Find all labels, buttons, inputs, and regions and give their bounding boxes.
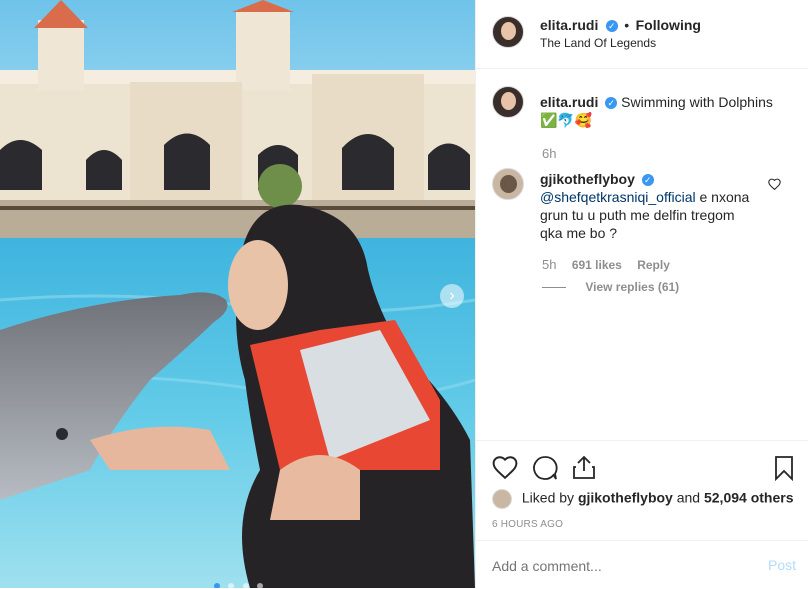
verified-badge-icon: ✓ — [605, 97, 618, 110]
caption-username[interactable]: elita.rudi — [540, 94, 598, 110]
caption-avatar[interactable] — [492, 86, 524, 118]
verified-badge-icon: ✓ — [641, 174, 654, 187]
view-replies-button[interactable]: View replies (61) — [542, 280, 679, 294]
like-button[interactable] — [492, 455, 518, 484]
comment-text-2: grun tu u puth me delfin tregom — [540, 207, 735, 223]
post-header: elita.rudi ✓ • Following The Land Of Leg… — [476, 0, 808, 69]
post-timestamp: 6 HOURS AGO — [492, 519, 564, 530]
post-comment-button[interactable]: Post — [768, 557, 796, 573]
commenter-avatar[interactable] — [492, 168, 524, 200]
carousel-dot — [242, 583, 249, 588]
liked-by-prefix: Liked by — [521, 489, 575, 506]
carousel-dots — [214, 576, 264, 588]
liker-avatar[interactable] — [492, 489, 512, 509]
author-username[interactable]: elita.rudi — [540, 17, 598, 33]
liked-by-user[interactable]: gjikotheflyboy — [578, 490, 673, 506]
comment-time: 5h — [542, 257, 557, 272]
small-heart-icon — [768, 178, 781, 191]
comment-input[interactable] — [490, 555, 744, 577]
comment-likes[interactable]: 691 likes — [572, 258, 622, 272]
post-sidebar: elita.rudi ✓ • Following The Land Of Leg… — [475, 0, 808, 588]
bookmark-icon — [775, 456, 793, 482]
share-icon — [573, 455, 595, 479]
carousel-dot — [257, 583, 264, 588]
share-button[interactable] — [572, 454, 596, 485]
location-link[interactable]: The Land Of Legends — [540, 36, 656, 50]
comment-icon — [533, 456, 558, 480]
liked-by-count[interactable]: 52,094 others — [704, 490, 794, 506]
likes-summary: Liked by gjikotheflyboy and 52,094 other… — [492, 489, 793, 509]
comment-text-3: qka me bo ? — [540, 225, 618, 241]
author-avatar[interactable] — [492, 16, 524, 48]
view-replies-label: View replies (61) — [585, 280, 680, 294]
post-image — [0, 0, 475, 588]
heart-icon — [492, 456, 518, 480]
comment-like-button[interactable] — [768, 177, 782, 191]
follow-status-button[interactable]: Following — [636, 17, 701, 33]
caption-emojis: ✅🐬🥰 — [540, 112, 593, 128]
carousel-next-button[interactable]: › — [440, 284, 464, 308]
chevron-right-icon: › — [449, 287, 455, 304]
comment-body: gjikotheflyboy ✓ @shefqetkrasniqi_offici… — [540, 170, 770, 242]
comment-button[interactable] — [532, 455, 558, 486]
commenter-username[interactable]: gjikotheflyboy — [540, 171, 635, 187]
save-button[interactable] — [774, 455, 794, 486]
verified-badge-icon: ✓ — [605, 19, 618, 32]
reply-button[interactable]: Reply — [637, 258, 670, 272]
post-photo: › — [0, 0, 475, 588]
comment-mention-link[interactable]: @shefqetkrasniqi_official — [540, 189, 696, 205]
carousel-dot — [228, 583, 235, 588]
comment-form: Post — [476, 540, 808, 589]
carousel-dot-active — [214, 583, 220, 588]
replies-divider — [542, 287, 566, 289]
separator-dot: • — [624, 17, 630, 33]
caption-text: Swimming with Dolphins — [621, 94, 773, 110]
caption-time: 6h — [542, 146, 557, 161]
liked-by-conj: and — [676, 489, 701, 506]
comment-meta: 5h 691 likes Reply — [542, 257, 670, 272]
comment-text-1: e nxona — [695, 189, 750, 205]
